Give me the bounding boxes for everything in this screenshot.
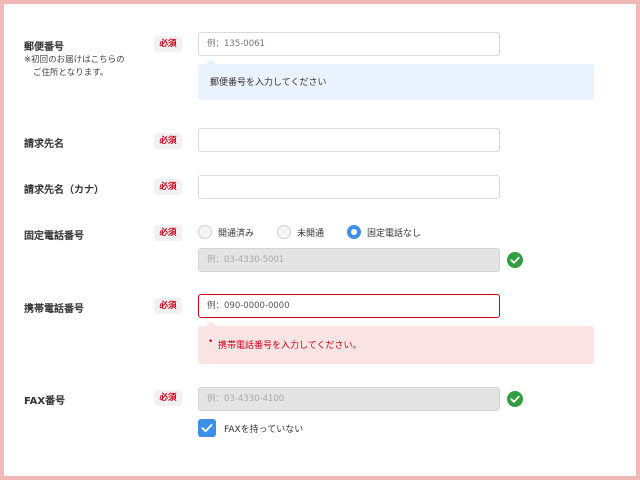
radio-label: 開通済み xyxy=(218,228,255,239)
mobile-label: 携帯電話番号 xyxy=(24,304,84,315)
postal-label: 郵便番号 xyxy=(24,42,64,53)
radio-label: 未開通 xyxy=(297,228,325,239)
fax-label: FAX番号 xyxy=(24,396,66,407)
required-badge: 必須 xyxy=(154,390,182,406)
billing-name-label: 請求先名 xyxy=(24,139,64,150)
mobile-error-text: 携帯電話番号を入力してください。 xyxy=(218,341,362,351)
postal-note: ※初回のお届けはこちらの ご住所となります。 xyxy=(24,54,125,80)
no-fax-label: FAXを持っていない xyxy=(224,425,304,435)
billing-kana-label: 請求先名（カナ） xyxy=(24,185,104,196)
radio-landline-none[interactable]: 固定電話なし xyxy=(347,224,421,240)
fax-input[interactable] xyxy=(198,387,500,411)
postal-input[interactable] xyxy=(198,32,500,56)
checkmark-icon xyxy=(201,424,213,433)
radio-landline-not-opened[interactable]: 未開通 xyxy=(277,224,324,240)
form-container: 郵便番号 ※初回のお届けはこちらの ご住所となります。 必須 郵便番号を入力して… xyxy=(4,4,636,476)
check-circle-icon xyxy=(507,391,523,407)
required-badge: 必須 xyxy=(154,179,182,195)
billing-kana-input[interactable] xyxy=(198,175,500,199)
landline-label: 固定電話番号 xyxy=(24,231,84,242)
radio-circle-selected xyxy=(347,225,361,239)
postal-hint: 郵便番号を入力してください xyxy=(198,59,594,100)
check-circle-icon xyxy=(507,252,523,268)
radio-landline-opened[interactable]: 開通済み xyxy=(198,224,254,240)
radio-circle xyxy=(198,225,212,239)
radio-circle xyxy=(277,225,291,239)
required-badge: 必須 xyxy=(154,36,182,52)
required-badge: 必須 xyxy=(154,298,182,314)
required-badge: 必須 xyxy=(154,133,182,149)
mobile-error: • 携帯電話番号を入力してください。 xyxy=(198,321,594,364)
mobile-input[interactable] xyxy=(198,294,500,318)
postal-note-line2: ご住所となります。 xyxy=(33,68,109,78)
required-badge: 必須 xyxy=(154,225,182,241)
postal-note-line1: ※初回のお届けはこちらの xyxy=(24,55,125,65)
billing-name-input[interactable] xyxy=(198,128,500,152)
landline-input[interactable] xyxy=(198,248,500,272)
error-bullet: • xyxy=(208,337,214,347)
radio-label: 固定電話なし xyxy=(367,228,422,239)
postal-hint-text: 郵便番号を入力してください xyxy=(210,78,327,88)
no-fax-checkbox[interactable] xyxy=(198,419,216,437)
